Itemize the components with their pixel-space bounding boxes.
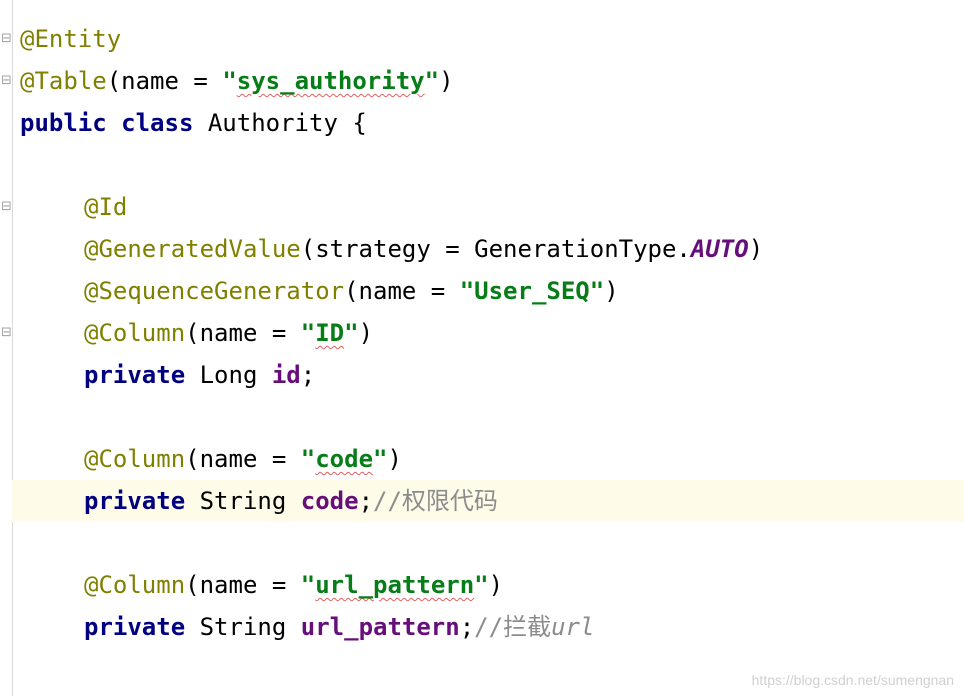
code-line-8: @Column(name = "ID") bbox=[20, 312, 964, 354]
editor-gutter bbox=[0, 0, 13, 696]
semicolon: ; bbox=[459, 613, 475, 641]
code-editor[interactable]: @Entity @Table(name = "sys_authority") p… bbox=[12, 18, 964, 648]
paren-close: ) bbox=[488, 571, 504, 599]
paren-close: ) bbox=[439, 67, 454, 95]
paren-open: ( bbox=[300, 235, 316, 263]
annotation: @Entity bbox=[20, 25, 122, 53]
comment: //权限代码 bbox=[373, 487, 498, 515]
class-name: Authority bbox=[207, 109, 338, 137]
paren-open: ( bbox=[185, 571, 200, 599]
annotation: @Column bbox=[84, 571, 186, 599]
comment-tail: url bbox=[551, 613, 595, 641]
comment: //拦截 bbox=[474, 613, 552, 641]
brace: { bbox=[352, 109, 367, 137]
fold-end-icon[interactable]: ⊟ bbox=[1, 72, 15, 90]
keyword: private bbox=[84, 613, 186, 641]
quote: " bbox=[222, 67, 237, 95]
annotation: @Column bbox=[84, 445, 186, 473]
paren-close: ) bbox=[387, 445, 402, 473]
quote: " bbox=[300, 571, 316, 599]
param: strategy = GenerationType. bbox=[315, 235, 691, 263]
type-name: String bbox=[199, 487, 287, 515]
string-value: "User_SEQ" bbox=[459, 277, 605, 305]
param: name = bbox=[199, 445, 301, 473]
code-line-5: @Id bbox=[20, 186, 964, 228]
semicolon: ; bbox=[358, 487, 374, 515]
string-value: sys_authority bbox=[236, 67, 425, 95]
paren-open: ( bbox=[185, 319, 200, 347]
paren-open: ( bbox=[344, 277, 359, 305]
param: name = bbox=[358, 277, 460, 305]
type-name: Long bbox=[199, 361, 258, 389]
field-name: url_pattern bbox=[300, 613, 460, 641]
code-line-12-current: private String code;//权限代码 bbox=[12, 480, 964, 522]
string-value: code bbox=[315, 445, 374, 473]
semicolon: ; bbox=[300, 361, 316, 389]
quote: " bbox=[300, 319, 316, 347]
quote: " bbox=[424, 67, 440, 95]
annotation: @GeneratedValue bbox=[84, 235, 301, 263]
keyword: class bbox=[121, 109, 194, 137]
paren-close: ) bbox=[358, 319, 374, 347]
code-line-1: @Entity bbox=[20, 18, 964, 60]
code-line-6: @GeneratedValue(strategy = GenerationTyp… bbox=[20, 228, 964, 270]
keyword: private bbox=[84, 361, 186, 389]
annotation: @Table bbox=[20, 67, 107, 95]
paren-open: ( bbox=[185, 445, 200, 473]
field-name: code bbox=[300, 487, 359, 515]
quote: " bbox=[474, 571, 489, 599]
keyword: public bbox=[20, 109, 107, 137]
annotation: @SequenceGenerator bbox=[84, 277, 345, 305]
code-line-2: @Table(name = "sys_authority") bbox=[20, 60, 964, 102]
code-line-11: @Column(name = "code") bbox=[20, 438, 964, 480]
type-name: String bbox=[199, 613, 287, 641]
code-line-9: private Long id; bbox=[20, 354, 964, 396]
string-value: url_pattern bbox=[315, 571, 475, 599]
paren-open: ( bbox=[106, 67, 122, 95]
fold-end-icon[interactable]: ⊟ bbox=[1, 324, 15, 342]
keyword: private bbox=[84, 487, 186, 515]
quote: " bbox=[344, 319, 359, 347]
annotation: @Id bbox=[84, 193, 128, 221]
enum-constant: AUTO bbox=[690, 235, 749, 263]
fold-marker-icon[interactable]: ⊟ bbox=[1, 30, 15, 48]
paren-close: ) bbox=[748, 235, 764, 263]
param: name = bbox=[199, 571, 301, 599]
code-line-14: @Column(name = "url_pattern") bbox=[20, 564, 964, 606]
field-name: id bbox=[271, 361, 301, 389]
code-line-15: private String url_pattern;//拦截url bbox=[20, 606, 964, 648]
param: name = bbox=[121, 67, 223, 95]
fold-marker-icon[interactable]: ⊟ bbox=[1, 198, 15, 216]
quote: " bbox=[300, 445, 316, 473]
annotation: @Column bbox=[84, 319, 186, 347]
watermark: https://blog.csdn.net/sumengnan bbox=[751, 672, 954, 688]
quote: " bbox=[373, 445, 388, 473]
string-value: ID bbox=[315, 319, 345, 347]
code-line-3: public class Authority { bbox=[20, 102, 964, 144]
code-line-7: @SequenceGenerator(name = "User_SEQ") bbox=[20, 270, 964, 312]
param: name = bbox=[199, 319, 301, 347]
paren-close: ) bbox=[604, 277, 619, 305]
